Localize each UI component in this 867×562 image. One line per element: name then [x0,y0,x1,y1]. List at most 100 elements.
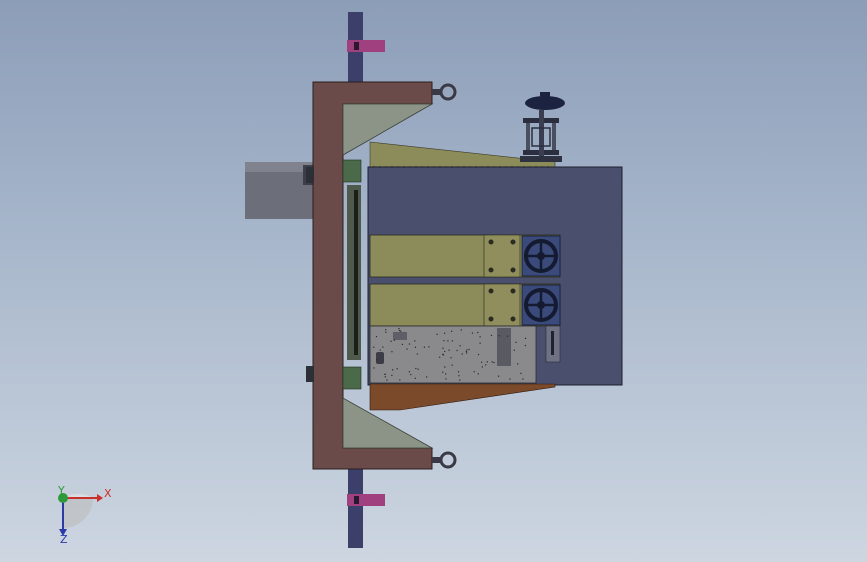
speckle [520,372,522,374]
speckle [400,330,402,332]
speckle [382,346,384,348]
speckle [465,352,468,354]
speckle [396,368,398,370]
speckle [436,333,438,335]
speckle [509,378,511,380]
bolt [510,288,516,294]
speckle [416,353,418,355]
speckle [399,379,401,381]
speckle [385,331,387,333]
bottom-pipe-clamp-bolt [354,496,359,504]
speckle [385,329,387,331]
speckle [444,332,446,334]
speckle [444,366,446,368]
speckle [497,375,500,377]
speckle [386,379,388,381]
speckle [393,339,395,341]
speckle [480,361,483,363]
speckle [498,335,500,337]
handwheel-upper[interactable] [521,235,561,277]
speckle [522,378,524,380]
top-tensioner-assembly[interactable] [520,92,565,162]
speckle [379,349,381,351]
speckle [444,350,446,353]
speckle [408,371,410,373]
speckle [517,363,519,365]
speckle [515,341,517,343]
speckle [384,376,386,378]
speckle [458,375,460,377]
speckle [506,335,509,337]
speckle [450,357,452,359]
side-gauge-bar [551,331,554,355]
speckle [398,329,401,332]
speckle [442,347,444,349]
rack-teeth [354,190,358,355]
speckle [486,361,488,363]
bolt [488,239,494,245]
speckle [479,342,481,344]
speckle [426,376,428,378]
speckle [414,340,416,342]
speckle [417,368,419,370]
frame-mount-top [306,167,314,183]
speckle [428,346,430,348]
speckle [477,331,479,334]
top-pipe-clamp [347,40,385,52]
speckle [442,371,444,373]
speckle [439,356,441,358]
speckle [445,373,447,375]
speckle [390,340,392,342]
top-pipe-clamp-bolt [354,42,359,50]
speckle [373,346,375,348]
speckle [451,364,453,366]
speckle [524,337,527,340]
bolt [510,267,516,273]
spacer-block-bottom [342,366,362,390]
speckle [491,361,493,363]
speckle [376,359,378,361]
bottom-eye-bolt-stem [432,457,441,463]
panel-box [393,332,407,340]
speckle [481,366,483,368]
top-eye-bolt-stem [432,89,441,95]
speckle [466,349,468,351]
speckle [479,336,481,338]
bolt [488,288,494,294]
speckle [401,343,404,346]
panel-switch [376,352,384,364]
speckle [415,367,417,370]
speckle [447,340,449,342]
speckle [445,378,447,380]
speckle [384,373,386,376]
speckle [459,379,461,381]
speckle [465,350,467,353]
bottom-eye-bolt [439,451,457,469]
cad-model-viewport[interactable] [0,0,867,562]
bolt [488,316,494,322]
speckle [460,329,462,331]
speckle [423,346,425,348]
panel-slot [497,328,511,366]
frame-mount-bottom [306,366,314,382]
handwheel-lower[interactable] [521,284,561,326]
speckle [391,351,393,353]
speckle [391,374,393,376]
speckle [410,373,412,376]
speckle [373,367,375,369]
speckle [485,364,487,366]
bottom-pipe [348,468,363,548]
speckle [448,349,450,351]
speckle [392,369,394,371]
speckle [398,328,400,330]
speckle [408,343,411,345]
motor-cylinder-shade [245,162,313,172]
speckle [414,377,416,379]
speckle [406,348,408,350]
speckle [443,340,445,342]
speckle [456,349,458,352]
bolt [488,267,494,273]
speckle [451,340,453,342]
speckle [457,371,460,373]
bolt [510,316,516,322]
